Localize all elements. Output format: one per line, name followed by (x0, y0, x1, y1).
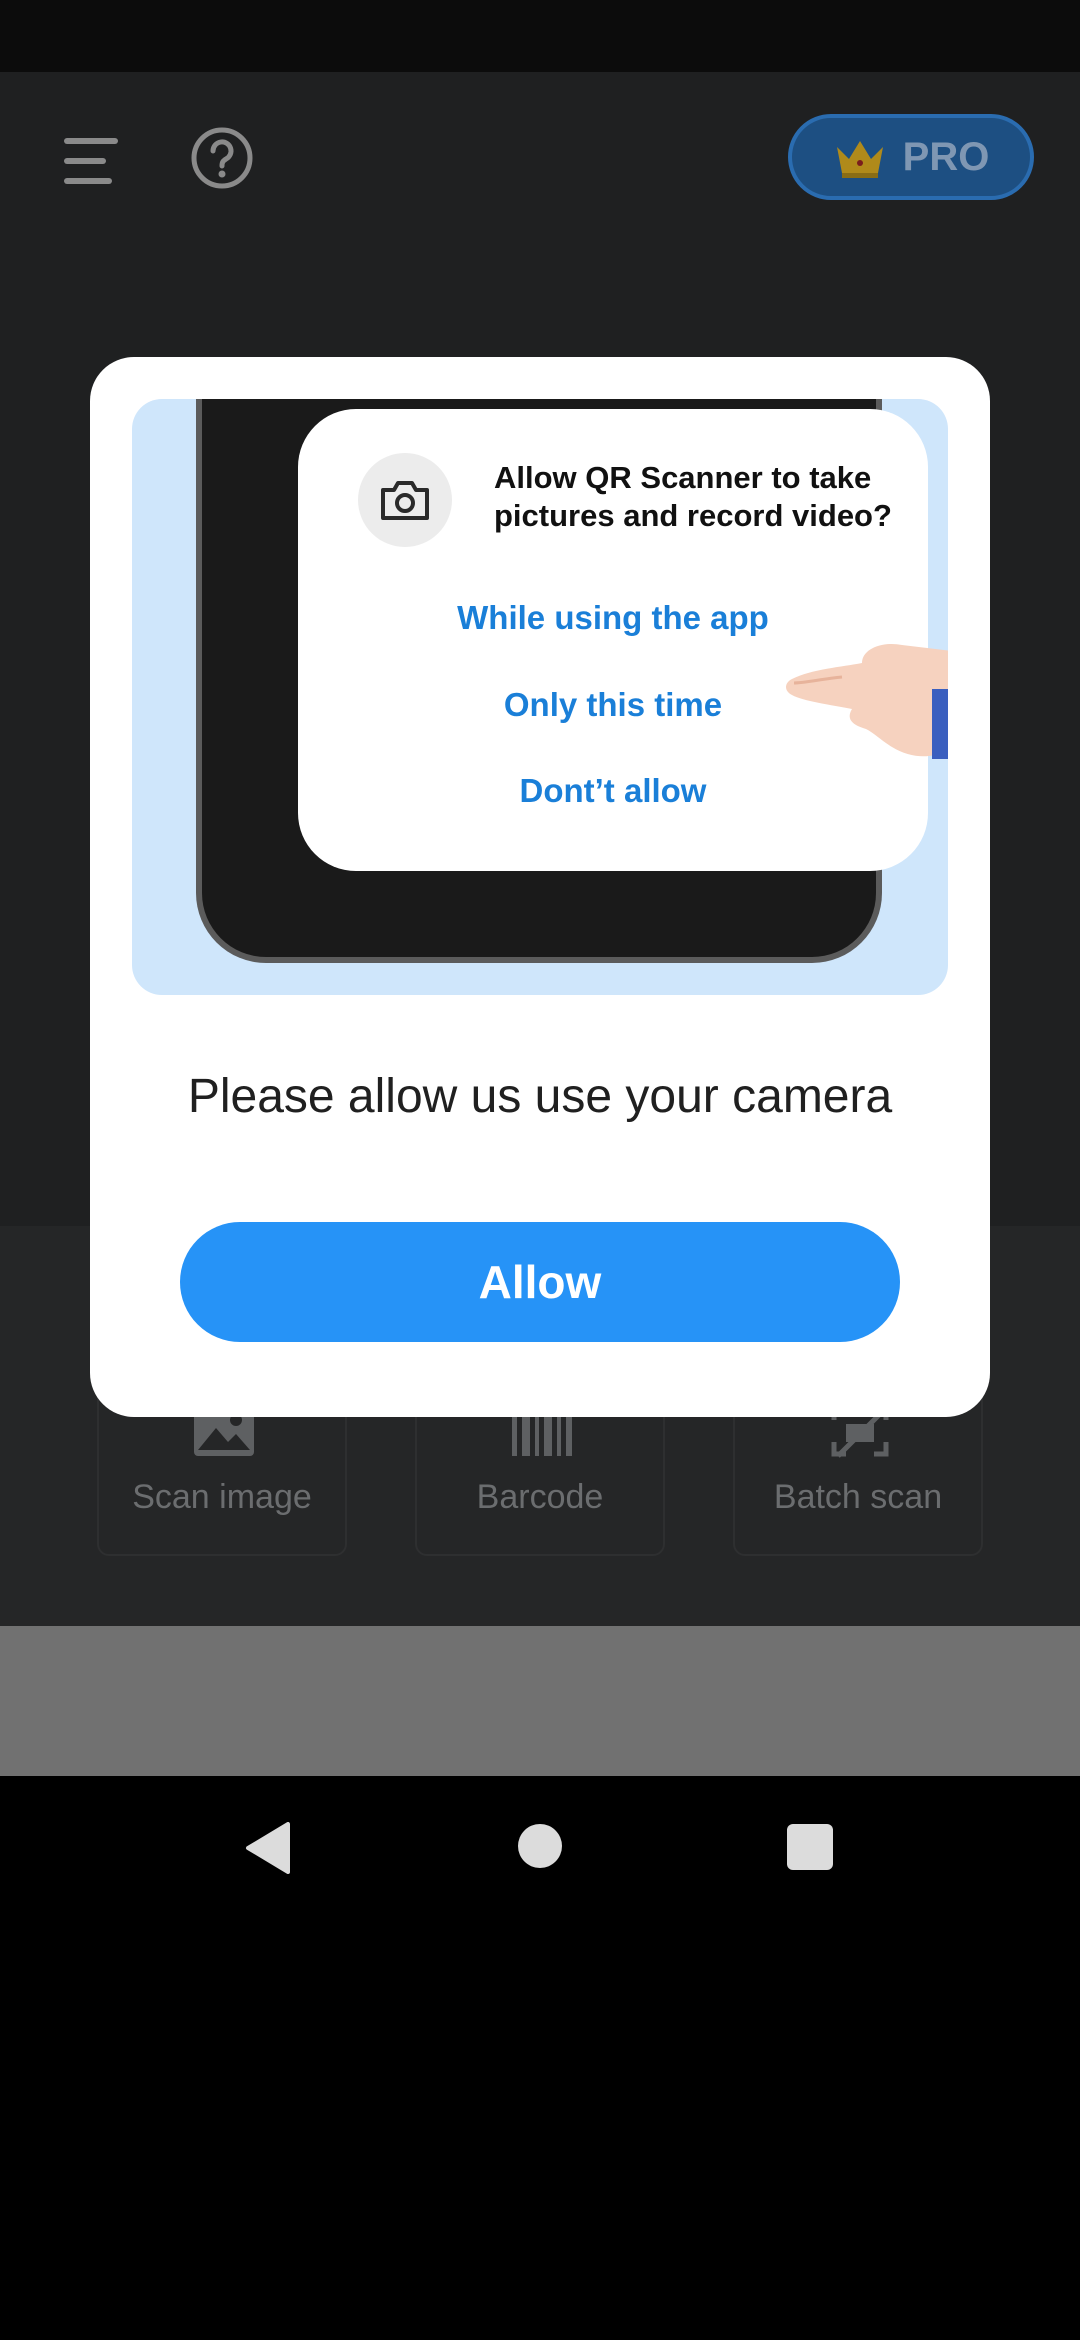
home-icon[interactable] (518, 1824, 562, 1868)
allow-button[interactable]: Allow (180, 1222, 900, 1342)
back-icon[interactable] (244, 1822, 290, 1874)
tool-label: Barcode (476, 1478, 604, 1516)
permission-question: Allow QR Scanner to take pictures and re… (494, 460, 892, 533)
phone-illustration: Allow QR Scanner to take pictures and re… (196, 399, 928, 963)
pointing-hand-icon (786, 644, 948, 759)
camera-permission-dialog: Allow QR Scanner to take pictures and re… (90, 357, 990, 1417)
tool-label: Scan image (132, 1478, 312, 1516)
ad-banner-area (0, 1626, 1080, 1776)
tool-label: Batch scan (773, 1478, 943, 1516)
permission-message: Please allow us use your camera (187, 1070, 893, 1123)
pro-label: PRO (902, 134, 990, 179)
camera-icon (358, 453, 452, 547)
help-icon[interactable] (190, 126, 254, 190)
recents-icon[interactable] (787, 1824, 833, 1870)
option-dont-allow: Dont’t allow (519, 772, 707, 809)
status-bar (0, 0, 1080, 72)
system-nav-bar (0, 1776, 1080, 1920)
permission-illustration: Allow QR Scanner to take pictures and re… (132, 399, 948, 995)
pro-upgrade-button[interactable]: PRO (788, 114, 1034, 200)
crown-icon (836, 141, 883, 178)
top-bar: PRO (0, 100, 1080, 220)
menu-icon[interactable] (58, 130, 128, 190)
